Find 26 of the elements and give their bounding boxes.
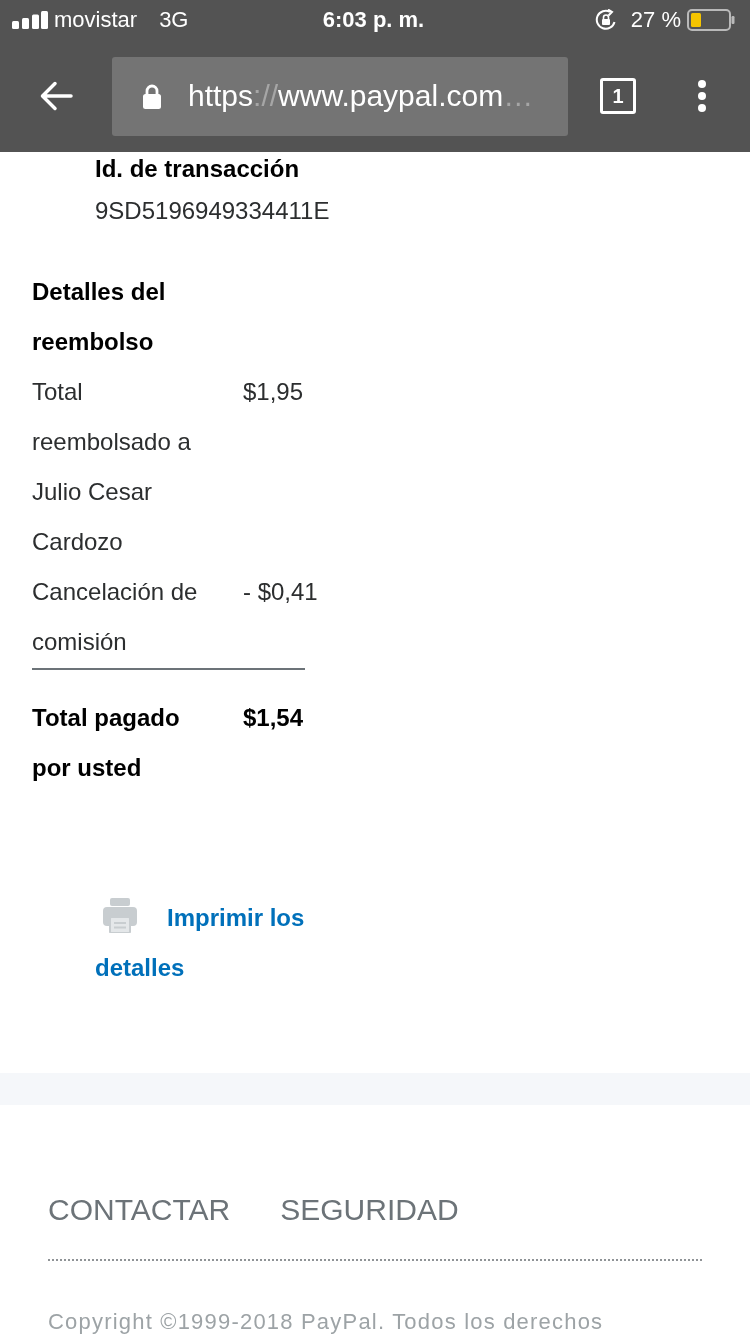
battery-icon [687,9,735,31]
address-bar[interactable]: https://www.paypal.com… [112,56,568,136]
refund-amount: - $0,41 [243,577,318,607]
transaction-id: 9SD5196949334411E [95,196,331,226]
carrier-name: movistar [54,7,138,33]
refund-label: Cancelación de comisión [32,577,199,657]
total-paid-amount: $1,54 [243,703,304,733]
total-paid-label: Total pagado por usted [32,703,181,783]
lock-icon [142,83,162,109]
copyright-text: Copyright ©1999-2018 PayPal. Todos los derechos [48,1311,605,1333]
footer-link[interactable]: CONTACTAR [48,1192,231,1228]
back-arrow-icon [39,81,73,111]
battery-percent: 27 % [630,7,681,33]
printer-icon [103,898,137,933]
rotation-lock-icon [594,9,617,31]
footer-link[interactable]: SEGURIDAD [280,1192,459,1228]
refund-label: Total reembolsado a Julio Cesar Cardozo [32,377,192,557]
print-details-link[interactable]: Imprimir los detalles [95,893,335,993]
tab-count-button[interactable]: 1 [600,78,636,114]
refund-details-heading: Detalles del reembolso [32,277,167,357]
transaction-id-label: Id. de transacción [95,154,301,184]
menu-icon[interactable] [698,80,706,112]
status-time: 6:03 p. m. [322,7,425,33]
signal-icon [12,11,48,29]
refund-amount: $1,95 [243,377,305,407]
network-type: 3G [159,7,189,33]
